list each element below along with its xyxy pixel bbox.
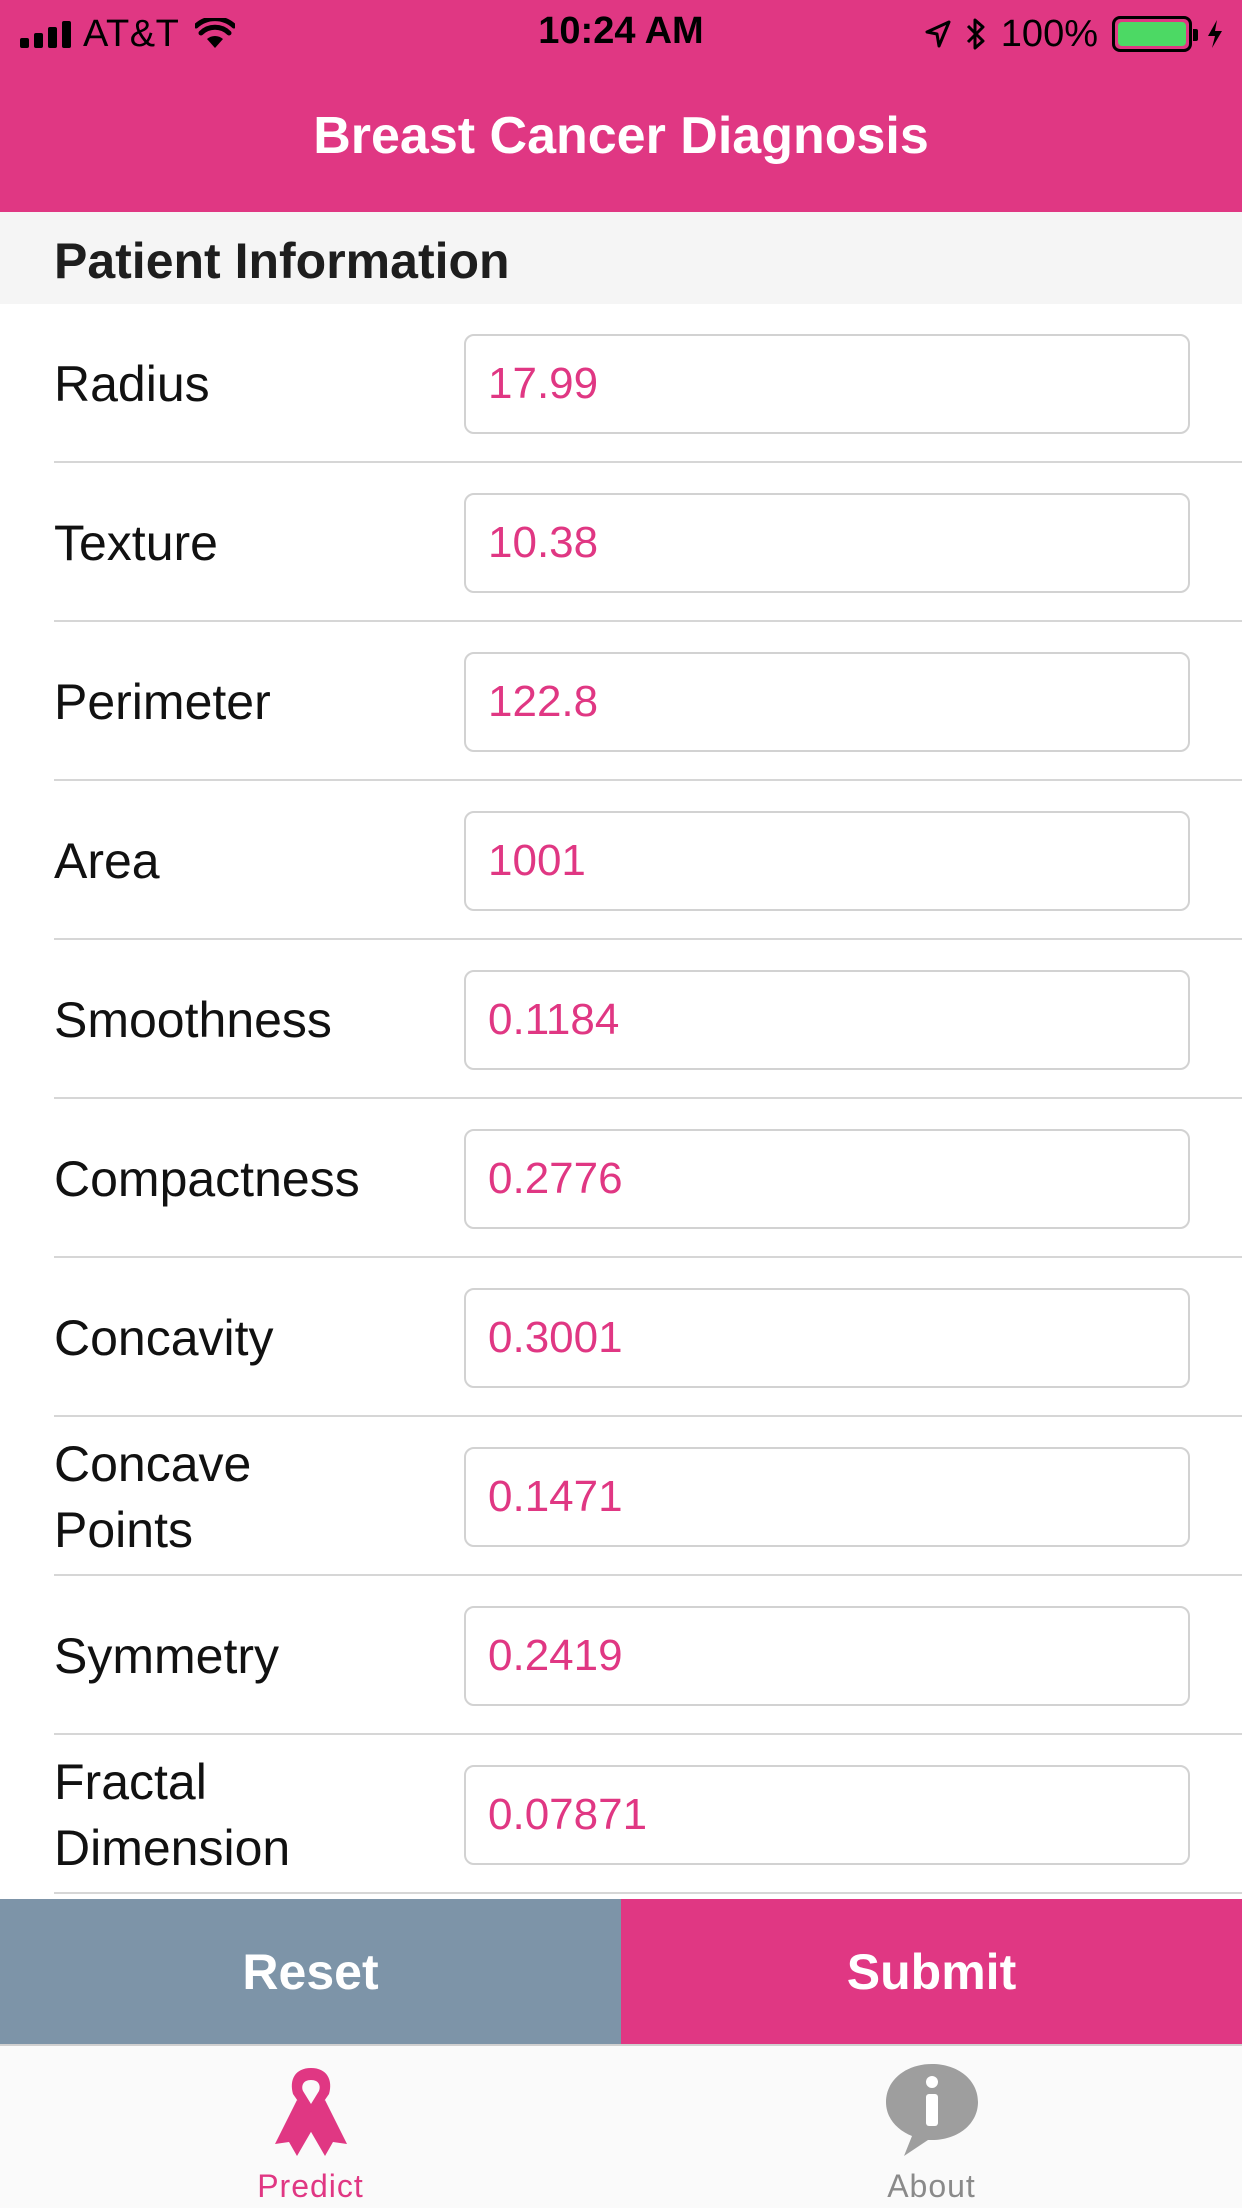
battery-icon xyxy=(1112,16,1198,52)
submit-button[interactable]: Submit xyxy=(621,1899,1242,2044)
page-title: Breast Cancer Diagnosis xyxy=(313,107,929,165)
form-row-radius: Radius xyxy=(0,304,1242,463)
form-row-perimeter: Perimeter xyxy=(0,622,1242,781)
perimeter-label: Perimeter xyxy=(54,673,271,730)
symmetry-input[interactable] xyxy=(464,1606,1190,1706)
form-row-concave-points: Concave Points xyxy=(0,1417,1242,1576)
form-row-concavity: Concavity xyxy=(0,1258,1242,1417)
ribbon-icon xyxy=(274,2068,347,2156)
fractal-dimension-input[interactable] xyxy=(464,1765,1190,1865)
concavity-input[interactable] xyxy=(464,1288,1190,1388)
status-bar: AT&T 10:24 AM 100% xyxy=(0,0,1242,68)
smoothness-label: Smoothness xyxy=(54,991,332,1048)
battery-percent: 100% xyxy=(1000,12,1098,55)
concave-points-label: Concave Points xyxy=(54,1435,252,1558)
form-row-fractal-dimension: Fractal Dimension xyxy=(0,1735,1242,1894)
compactness-label: Compactness xyxy=(54,1150,360,1207)
concave-points-input[interactable] xyxy=(464,1447,1190,1547)
status-bar-right: 100% xyxy=(925,12,1224,56)
perimeter-input[interactable] xyxy=(464,652,1190,752)
tab-bar: Predict About xyxy=(0,2044,1242,2208)
radius-input[interactable] xyxy=(464,334,1190,434)
section-header: Patient Information xyxy=(0,212,1242,304)
fractal-dimension-label: Fractal Dimension xyxy=(54,1753,291,1876)
radius-label: Radius xyxy=(54,355,210,412)
form-row-texture: Texture xyxy=(0,463,1242,622)
form-row-area: Area xyxy=(0,781,1242,940)
tab-about-label: About xyxy=(887,2168,976,2204)
concavity-label: Concavity xyxy=(54,1309,274,1366)
action-bar: Reset Submit xyxy=(0,1899,1242,2044)
area-input[interactable] xyxy=(464,811,1190,911)
texture-label: Texture xyxy=(54,514,218,571)
info-bubble-icon xyxy=(885,2064,978,2156)
bluetooth-icon xyxy=(966,18,985,50)
tab-predict-label: Predict xyxy=(257,2168,364,2204)
patient-form: Radius Texture Perimeter Area Smoothness… xyxy=(0,304,1242,1894)
form-row-smoothness: Smoothness xyxy=(0,940,1242,1099)
area-label: Area xyxy=(54,832,160,889)
section-title: Patient Information xyxy=(54,233,510,289)
smoothness-input[interactable] xyxy=(464,970,1190,1070)
texture-input[interactable] xyxy=(464,493,1190,593)
charging-icon xyxy=(1208,20,1222,48)
compactness-input[interactable] xyxy=(464,1129,1190,1229)
app-header: AT&T 10:24 AM 100% Breast Cancer Diagnos… xyxy=(0,0,1242,212)
form-row-compactness: Compactness xyxy=(0,1099,1242,1258)
location-icon xyxy=(925,20,951,48)
tab-about[interactable]: About xyxy=(621,2046,1242,2208)
form-row-symmetry: Symmetry xyxy=(0,1576,1242,1735)
reset-button[interactable]: Reset xyxy=(0,1899,621,2044)
tab-predict[interactable]: Predict xyxy=(0,2046,621,2208)
symmetry-label: Symmetry xyxy=(54,1627,279,1684)
